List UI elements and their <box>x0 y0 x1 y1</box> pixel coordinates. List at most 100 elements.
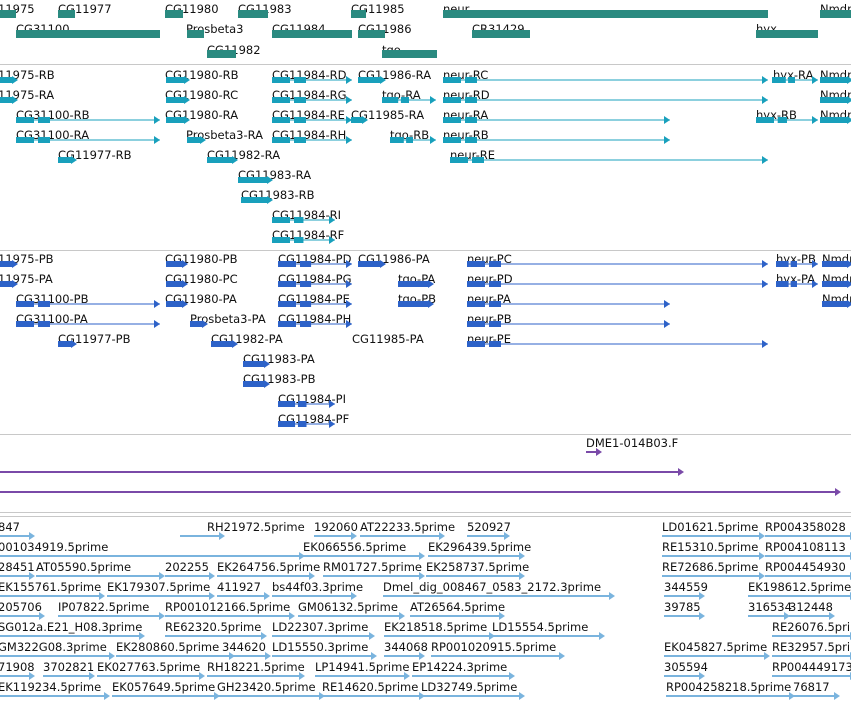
gene-bar[interactable] <box>165 10 183 18</box>
exon-block[interactable] <box>190 321 202 327</box>
gene-feature[interactable]: CG11984 <box>272 22 352 38</box>
gene-bar[interactable] <box>16 30 160 38</box>
est-line[interactable] <box>112 695 215 697</box>
est-line[interactable] <box>428 555 520 557</box>
est-line[interactable] <box>384 655 420 657</box>
transcript-feature[interactable]: CG11984-RD <box>272 68 352 84</box>
est-feature[interactable]: GM06132.5prime <box>298 600 405 620</box>
gene-feature[interactable]: CG11985 <box>351 2 405 18</box>
est-feature[interactable]: RP004108113 <box>765 540 851 560</box>
exon-block[interactable] <box>358 261 380 267</box>
protein-feature[interactable]: 11975-PB <box>0 252 54 268</box>
exon-block[interactable] <box>58 341 71 347</box>
est-feature[interactable]: 39785 <box>664 600 705 620</box>
exon-block[interactable] <box>489 301 501 307</box>
est-line[interactable] <box>217 595 265 597</box>
exon-block[interactable] <box>294 237 304 243</box>
est-line[interactable] <box>772 655 851 657</box>
transcript-feature[interactable]: CG11983-RB <box>241 188 315 204</box>
transcript-feature[interactable]: CG11977-RB <box>58 148 132 164</box>
transcript-feature[interactable]: hyx-RB <box>756 108 818 124</box>
est-feature[interactable]: 316534 <box>748 600 792 620</box>
exon-block[interactable] <box>278 321 296 327</box>
est-line[interactable] <box>323 575 420 577</box>
protein-feature[interactable]: CG11980-PB <box>165 252 238 268</box>
transcript-feature[interactable]: Nmdr <box>820 88 851 104</box>
est-line[interactable] <box>0 695 105 697</box>
est-feature[interactable]: 305594 <box>664 660 708 680</box>
est-feature[interactable]: EK119234.5prime <box>0 680 110 700</box>
exon-block[interactable] <box>16 301 34 307</box>
protein-feature[interactable]: CG31100-PB <box>16 292 160 308</box>
gene-feature[interactable]: CG31100 <box>16 22 160 38</box>
est-feature[interactable]: EP14224.3prime <box>412 660 515 680</box>
est-feature[interactable]: RP004449173 <box>772 660 851 680</box>
exon-block[interactable] <box>820 117 847 123</box>
exon-block[interactable] <box>166 261 182 267</box>
exon-block[interactable] <box>272 137 290 143</box>
transcript-feature[interactable]: hyx-RA <box>772 68 818 84</box>
exon-block[interactable] <box>822 301 847 307</box>
est-line[interactable] <box>107 595 210 597</box>
est-feature[interactable]: 76817 <box>793 680 840 700</box>
intron-line[interactable] <box>16 119 160 121</box>
intron-line[interactable] <box>467 263 768 265</box>
est-feature[interactable]: RP001012166.5prime <box>165 600 295 620</box>
clone-line[interactable] <box>0 491 835 493</box>
transcript-feature[interactable]: CG11984-RG <box>272 88 352 104</box>
est-feature[interactable]: SG012a.E21_H08.3prime <box>0 620 145 640</box>
exon-block[interactable] <box>820 97 847 103</box>
est-line[interactable] <box>222 655 266 657</box>
exon-block[interactable] <box>294 97 306 103</box>
exon-block[interactable] <box>272 217 290 223</box>
exon-block[interactable] <box>207 157 232 163</box>
est-feature[interactable]: 192060 <box>314 520 358 540</box>
est-feature[interactable]: LD01621.5prime <box>662 520 765 540</box>
exon-block[interactable] <box>398 281 428 287</box>
gene-bar[interactable] <box>272 30 352 38</box>
est-line[interactable] <box>360 535 440 537</box>
est-feature[interactable]: LD15550.3prime <box>272 640 377 660</box>
exon-block[interactable] <box>358 77 380 83</box>
est-feature[interactable]: RM01727.5prime <box>323 560 425 580</box>
est-feature[interactable]: IP07822.5prime <box>58 600 165 620</box>
gene-bar[interactable] <box>472 30 530 38</box>
transcript-feature[interactable]: CG31100-RA <box>16 128 160 144</box>
est-line[interactable] <box>765 575 851 577</box>
est-line[interactable] <box>303 555 420 557</box>
exon-block[interactable] <box>16 117 34 123</box>
est-line[interactable] <box>662 535 760 537</box>
transcript-feature[interactable]: Nmdr <box>820 68 851 84</box>
protein-feature[interactable]: CG11983-PB <box>243 372 316 388</box>
protein-feature[interactable]: CG11986-PA <box>358 252 430 268</box>
intron-line[interactable] <box>443 79 768 81</box>
est-line[interactable] <box>467 535 505 537</box>
exon-block[interactable] <box>38 137 50 143</box>
intron-line[interactable] <box>16 323 160 325</box>
est-line[interactable] <box>0 635 140 637</box>
est-feature[interactable]: EK264756.5prime <box>217 560 320 580</box>
gene-feature[interactable]: Prosbeta3 <box>186 22 243 38</box>
transcript-feature[interactable]: Prosbeta3-RA <box>186 128 263 144</box>
est-feature[interactable]: EK066556.5prime <box>303 540 425 560</box>
est-feature[interactable]: EK218518.5prime <box>384 620 495 640</box>
exon-block[interactable] <box>398 301 428 307</box>
est-feature[interactable]: EK280860.5prime <box>116 640 235 660</box>
transcript-feature[interactable]: neur-RA <box>443 108 670 124</box>
est-feature[interactable]: 344559 <box>664 580 708 600</box>
exon-block[interactable] <box>297 401 307 407</box>
est-line[interactable] <box>298 615 400 617</box>
est-line[interactable] <box>765 535 851 537</box>
exon-block[interactable] <box>278 281 296 287</box>
exon-block[interactable] <box>272 77 290 83</box>
exon-block[interactable] <box>294 77 306 83</box>
est-feature[interactable]: RE26076.5prime <box>772 620 851 640</box>
exon-block[interactable] <box>788 77 795 83</box>
est-feature[interactable]: RE15310.5prime <box>662 540 765 560</box>
est-feature[interactable]: Dmel_dig_008467_0583_2172.3prime <box>383 580 615 600</box>
protein-feature[interactable]: CG11984-PI <box>278 392 346 408</box>
est-line[interactable] <box>765 555 851 557</box>
est-line[interactable] <box>36 575 160 577</box>
exon-block[interactable] <box>166 97 184 103</box>
est-line[interactable] <box>165 575 210 577</box>
